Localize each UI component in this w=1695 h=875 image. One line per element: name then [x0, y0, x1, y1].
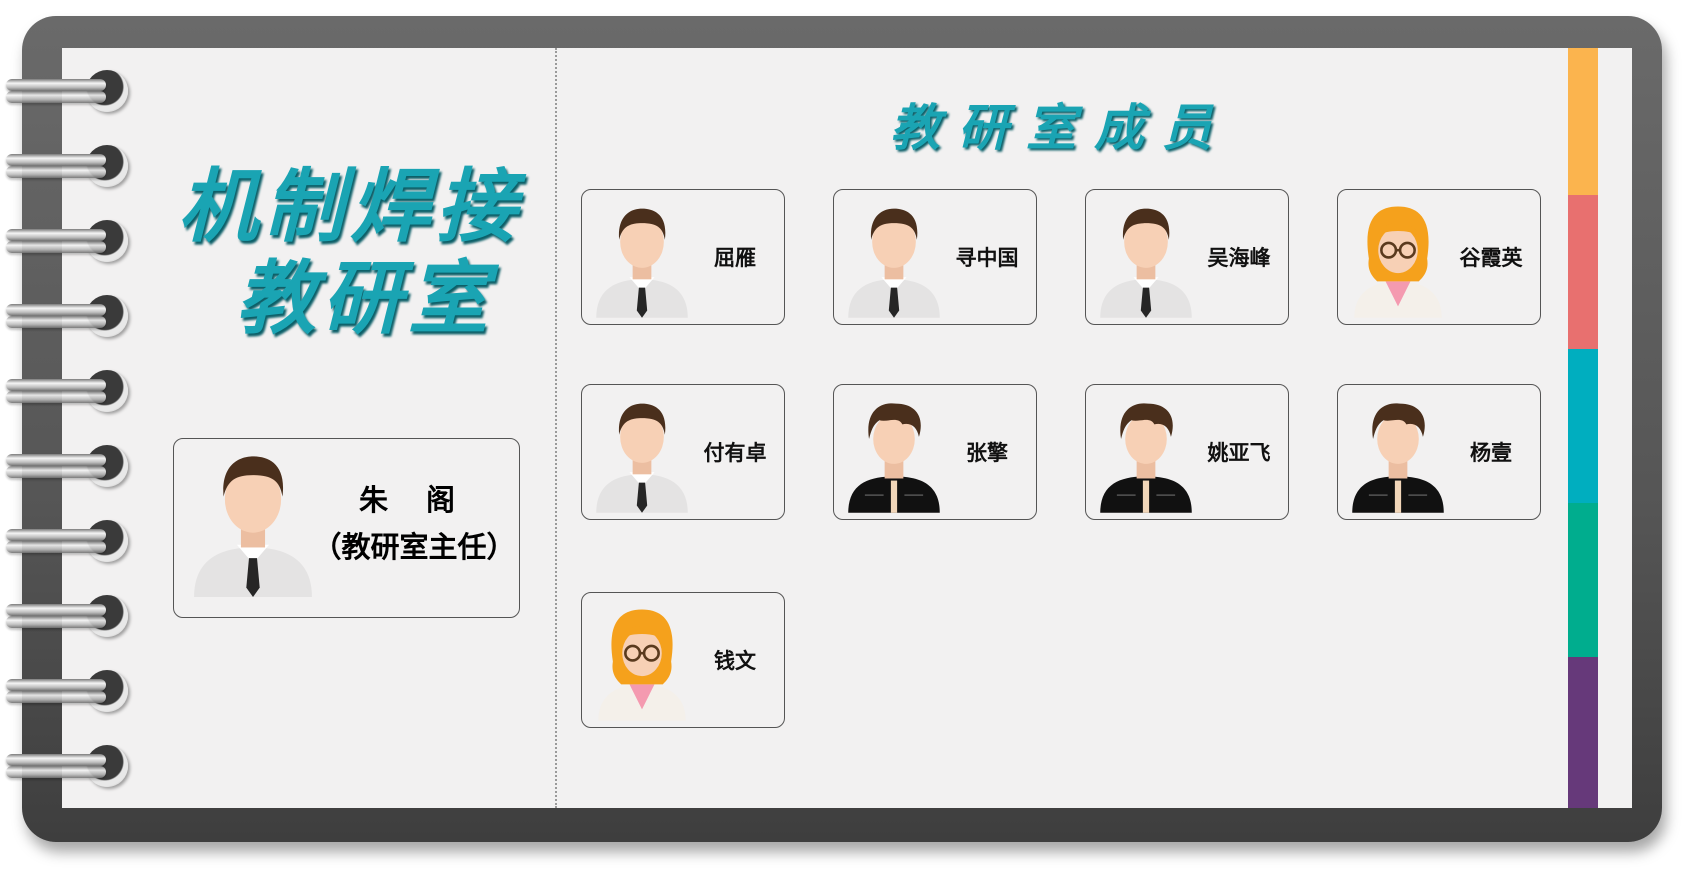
- member-name: 杨壹: [1470, 440, 1512, 465]
- female-glasses-avatar-icon: [1354, 206, 1442, 318]
- ring-wire: [6, 79, 106, 91]
- member-name: 寻中国: [955, 245, 1019, 270]
- ring-wire: [6, 391, 106, 403]
- member-name: 付有卓: [703, 440, 767, 465]
- ring-wire: [6, 466, 106, 478]
- ring-wire: [6, 304, 106, 316]
- male-black-jacket-avatar-icon: [848, 403, 940, 513]
- ring-wire: [6, 379, 106, 391]
- member-name: 姚亚飞: [1207, 440, 1271, 465]
- member-card[interactable]: 杨壹: [1337, 384, 1541, 520]
- director-name: 朱 阁: [358, 483, 470, 517]
- ring-wire: [6, 541, 106, 553]
- index-tab-2[interactable]: [1568, 195, 1598, 349]
- department-title-line-2: 教研室: [236, 251, 494, 345]
- member-name: 吴海峰: [1207, 245, 1271, 270]
- ring-wire: [6, 91, 106, 103]
- index-tab-1[interactable]: [1568, 48, 1598, 195]
- ring-wire: [6, 679, 106, 691]
- ring-wire: [6, 754, 106, 766]
- director-card[interactable]: 朱 阁 （教研室主任）: [173, 438, 520, 618]
- ring-wire: [6, 529, 106, 541]
- male-shirt-tie-avatar-icon: [848, 208, 940, 318]
- female-glasses-avatar-icon: [598, 609, 686, 721]
- member-name: 屈雁: [714, 245, 756, 270]
- member-name: 张擎: [966, 440, 1008, 465]
- male-shirt-tie-avatar-icon: [194, 456, 312, 597]
- male-shirt-tie-avatar-icon: [596, 208, 688, 318]
- ring-wire: [6, 766, 106, 778]
- ring-wire: [6, 616, 106, 628]
- ring-wire: [6, 229, 106, 241]
- member-card[interactable]: 付有卓: [581, 384, 785, 520]
- ring-wire: [6, 604, 106, 616]
- member-card[interactable]: 吴海峰: [1085, 189, 1289, 325]
- page-divider: [555, 48, 557, 808]
- member-card[interactable]: 屈雁: [581, 189, 785, 325]
- member-name: 钱文: [714, 648, 756, 673]
- member-card[interactable]: 寻中国: [833, 189, 1037, 325]
- member-card[interactable]: 谷霞英: [1337, 189, 1541, 325]
- index-tab-5[interactable]: [1568, 657, 1598, 808]
- index-tab-4[interactable]: [1568, 503, 1598, 657]
- ring-wire: [6, 241, 106, 253]
- member-card[interactable]: 姚亚飞: [1085, 384, 1289, 520]
- ring-wire: [6, 316, 106, 328]
- male-black-jacket-avatar-icon: [1100, 403, 1192, 513]
- ring-wire: [6, 154, 106, 166]
- male-black-jacket-avatar-icon: [1352, 403, 1444, 513]
- male-shirt-tie-avatar-icon: [1100, 208, 1192, 318]
- index-tab-3[interactable]: [1568, 349, 1598, 503]
- member-card[interactable]: 钱文: [581, 592, 785, 728]
- department-title: 机制焊接 教研室: [170, 160, 530, 344]
- male-shirt-tie-avatar-icon: [596, 403, 688, 513]
- member-name: 谷霞英: [1459, 245, 1523, 270]
- director-role: （教研室主任）: [312, 530, 516, 564]
- member-card[interactable]: 张擎: [833, 384, 1037, 520]
- ring-wire: [6, 691, 106, 703]
- ring-wire: [6, 454, 106, 466]
- members-title: 教研室成员: [890, 98, 1230, 157]
- department-title-line-1: 机制焊接: [178, 159, 522, 253]
- ring-wire: [6, 166, 106, 178]
